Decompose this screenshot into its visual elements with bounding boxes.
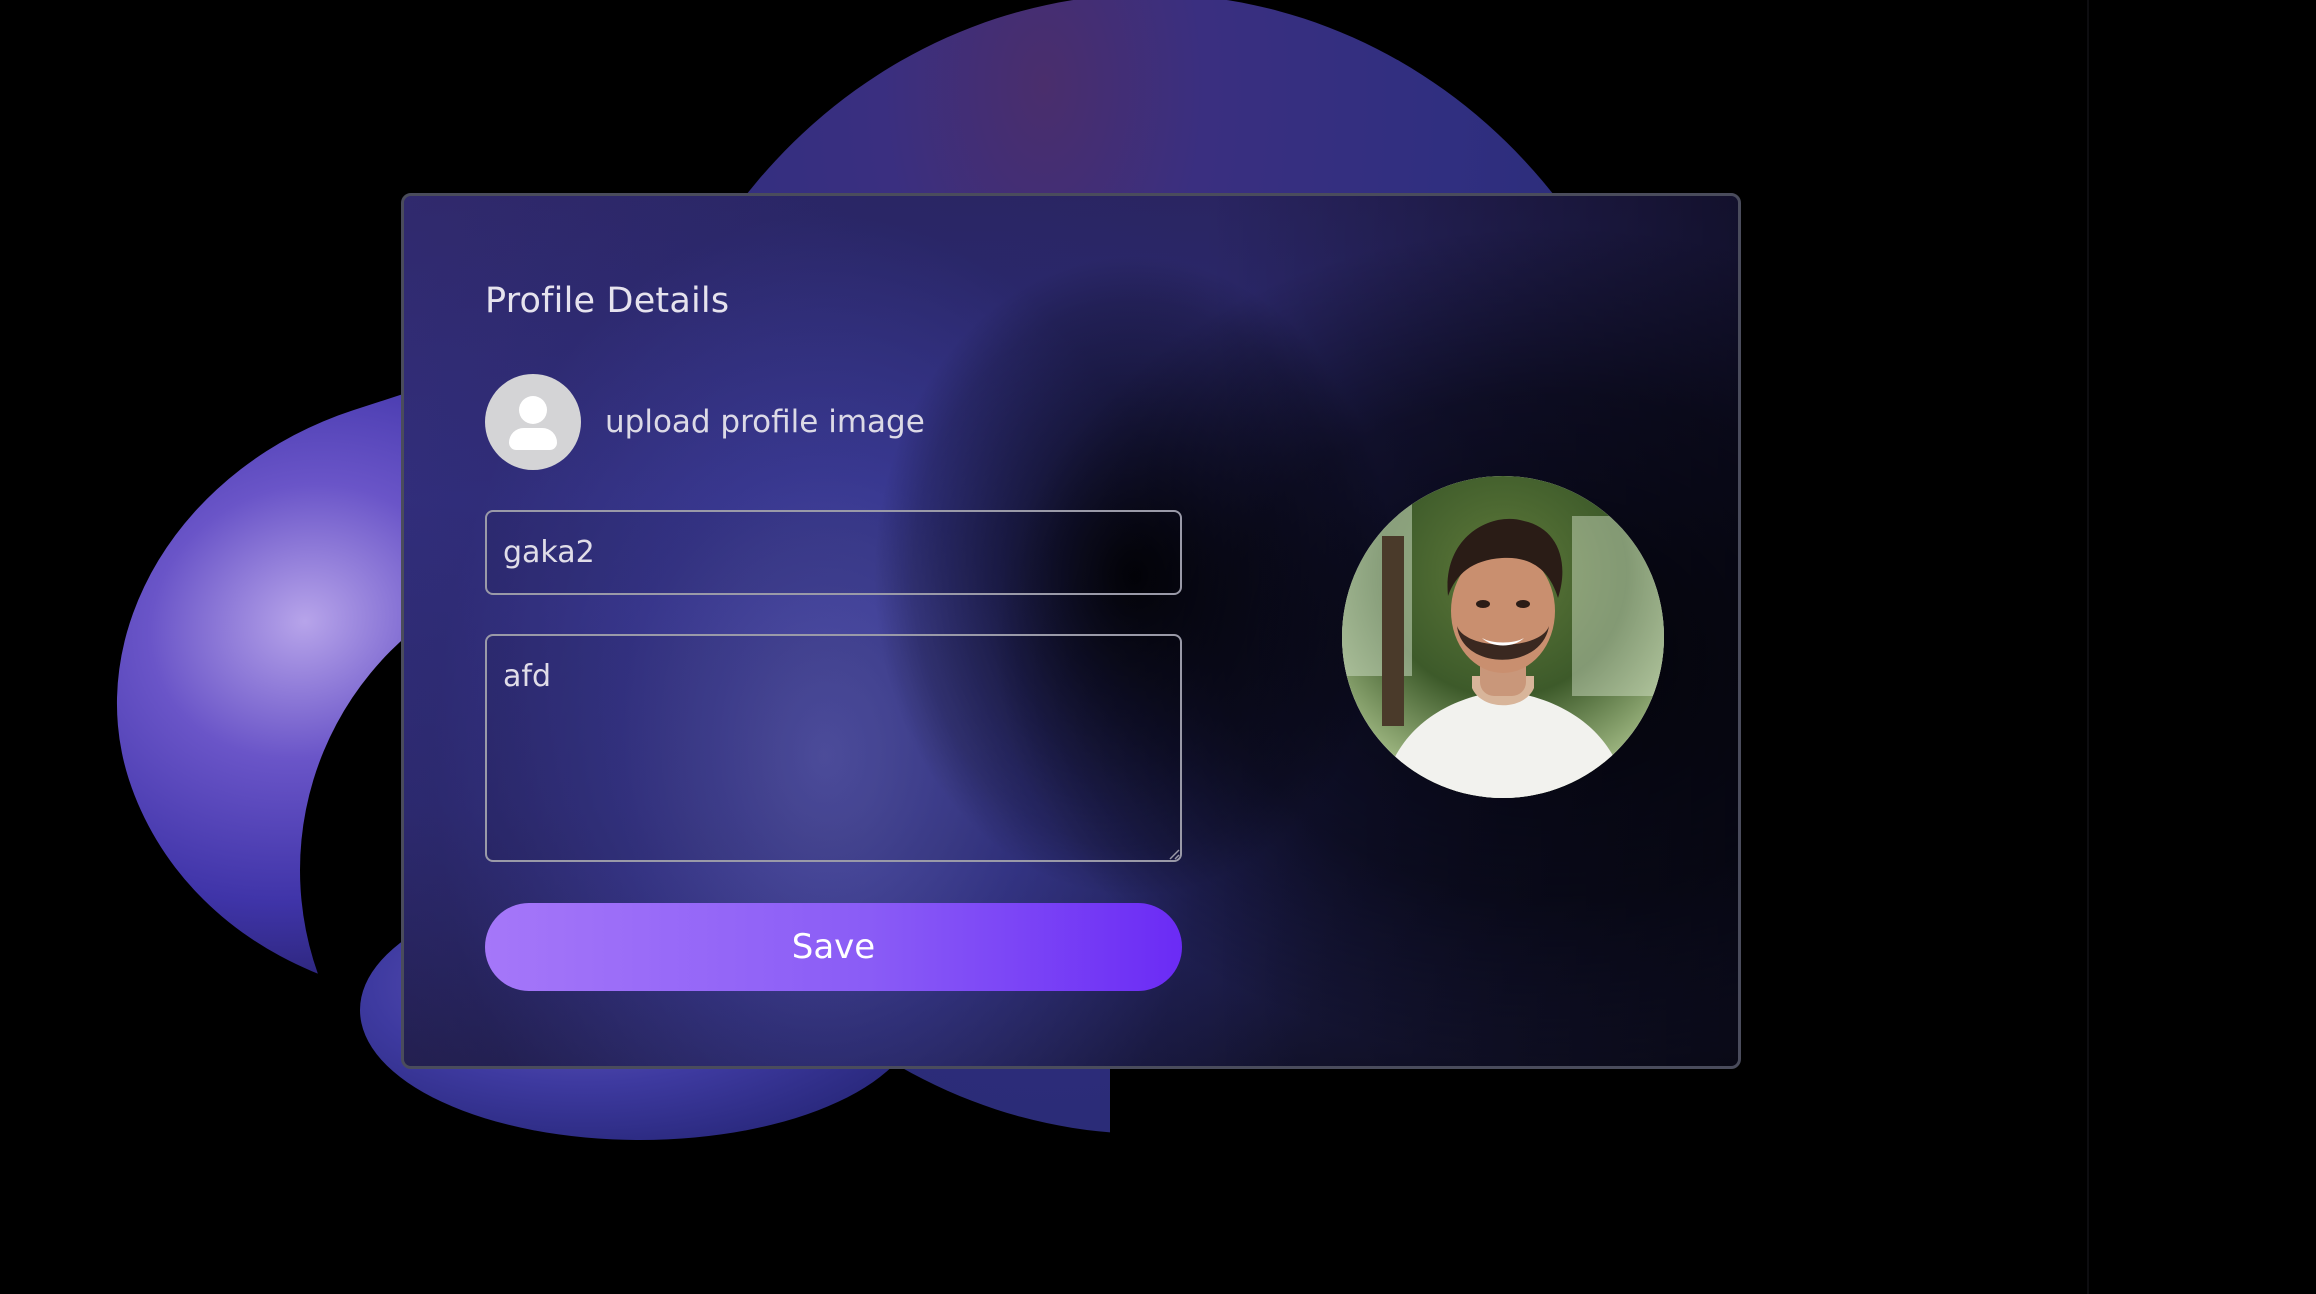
profile-photo-illustration [1342, 476, 1664, 798]
page-title: Profile Details [485, 281, 730, 321]
save-button[interactable]: Save [485, 903, 1182, 991]
page-background: Profile Details upload profile image afd… [0, 0, 2316, 1294]
bio-textarea[interactable]: afd [485, 634, 1182, 862]
name-input[interactable] [485, 510, 1182, 595]
profile-card-content: Profile Details upload profile image afd… [404, 196, 1738, 1066]
profile-photo [1342, 476, 1664, 798]
user-silhouette-icon[interactable] [485, 374, 581, 470]
right-divider [2087, 0, 2089, 1294]
avatar-head-shape [519, 396, 547, 424]
upload-profile-image-label[interactable]: upload profile image [605, 404, 925, 440]
avatar-body-shape [509, 428, 557, 450]
profile-card: Profile Details upload profile image afd… [401, 193, 1741, 1069]
upload-profile-image-button[interactable]: upload profile image [485, 374, 925, 470]
